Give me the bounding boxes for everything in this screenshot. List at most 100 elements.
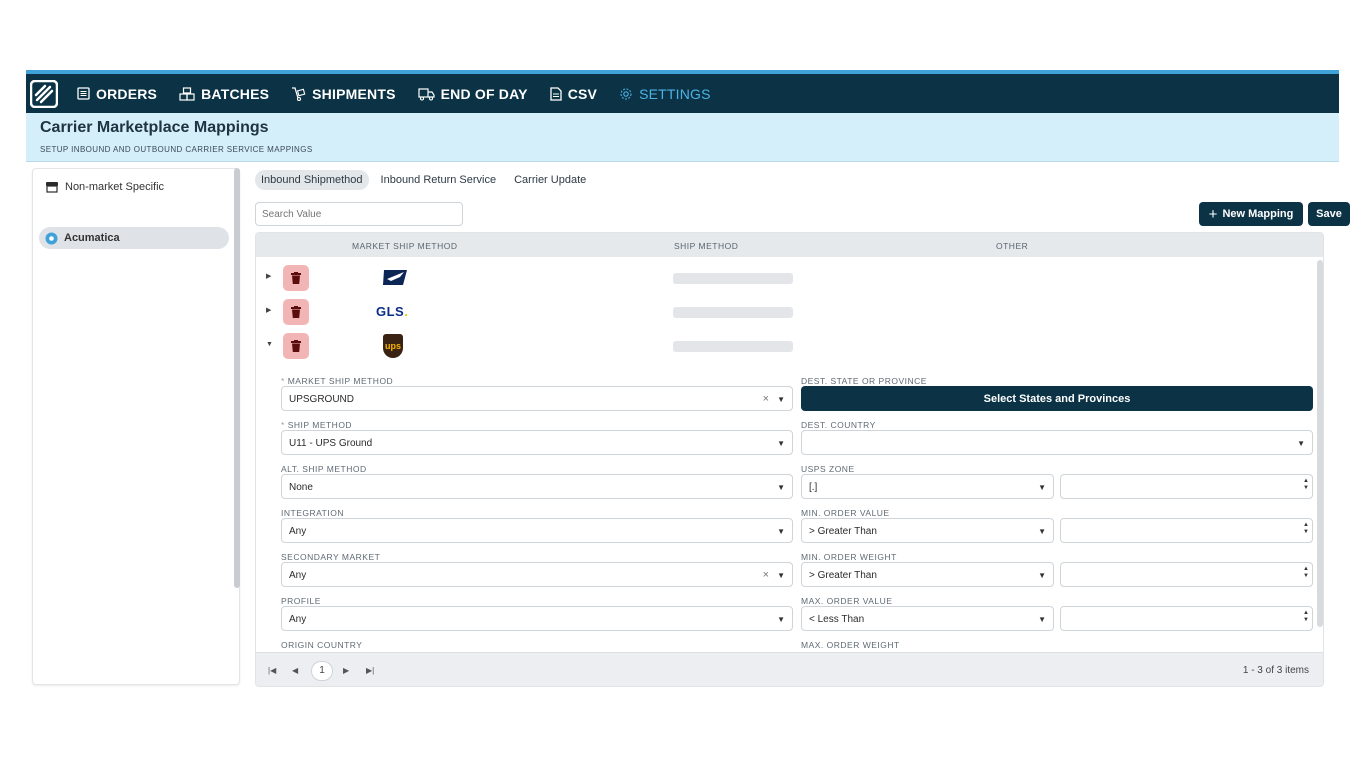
secondary-market-combobox[interactable]: Any × ▼ — [281, 562, 793, 587]
last-page-icon[interactable]: ▶| — [366, 666, 374, 675]
nav-batches-label: BATCHES — [201, 85, 270, 102]
tab-carrier-update[interactable]: Carrier Update — [508, 170, 592, 190]
min-order-weight-operator-select[interactable]: > Greater Than ▼ — [801, 562, 1054, 587]
stepper-icon[interactable]: ▲ ▼ — [1303, 610, 1309, 624]
truck-icon — [418, 87, 435, 101]
nav-batches[interactable]: BATCHES — [179, 86, 269, 102]
clear-icon[interactable]: × — [763, 393, 769, 405]
nav-shipments-label: SHIPMENTS — [312, 85, 396, 102]
alt-ship-method-label: ALT. SHIP METHOD — [281, 464, 367, 474]
gls-logo-text: GLS — [376, 304, 405, 319]
integration-label: INTEGRATION — [281, 508, 344, 518]
usps-logo — [382, 269, 408, 286]
select-states-button[interactable]: Select States and Provinces — [801, 386, 1313, 411]
column-market-ship-method[interactable]: MARKET SHIP METHOD — [352, 241, 458, 251]
market-ship-method-combobox[interactable]: UPSGROUND × ▼ — [281, 386, 793, 411]
ship-method-placeholder — [673, 341, 793, 352]
next-page-icon[interactable]: ▶ — [343, 666, 349, 675]
max-order-weight-label: MAX. ORDER WEIGHT — [801, 640, 900, 650]
ups-logo-text: ups — [384, 341, 401, 351]
usps-eagle-icon — [383, 270, 407, 285]
table-row: ▼ ups — [256, 329, 1316, 363]
market-ship-method-label: * MARKET SHIP METHOD — [281, 376, 393, 386]
chevron-down-icon[interactable]: ▼ — [1038, 527, 1046, 536]
min-order-value-operator-select[interactable]: > Greater Than ▼ — [801, 518, 1054, 543]
search-input[interactable] — [255, 202, 463, 226]
chevron-down-icon[interactable]: ▼ — [1297, 439, 1305, 448]
column-other[interactable]: OTHER — [996, 241, 1028, 251]
nav-shipments[interactable]: SHIPMENTS — [291, 86, 395, 102]
required-mark: * — [281, 376, 285, 386]
alt-ship-method-select[interactable]: None ▼ — [281, 474, 793, 499]
chevron-down-icon[interactable]: ▼ — [777, 527, 785, 536]
sidebar-item-non-market[interactable]: Non-market Specific — [45, 181, 164, 193]
chevron-down-icon[interactable]: ▼ — [1038, 615, 1046, 624]
delete-button[interactable] — [283, 333, 309, 359]
table-row: ▶ — [256, 261, 1316, 295]
table-row: ▶ GLS. — [256, 295, 1316, 329]
tab-inbound-return-service[interactable]: Inbound Return Service — [375, 170, 503, 190]
clear-icon[interactable]: × — [763, 569, 769, 581]
save-button[interactable]: Save — [1308, 202, 1350, 226]
field-value: [.] — [809, 482, 818, 493]
tab-inbound-shipmethod[interactable]: Inbound Shipmethod — [255, 170, 369, 190]
ship-method-label: * SHIP METHOD — [281, 420, 352, 430]
stepper-icon[interactable]: ▲ ▼ — [1303, 566, 1309, 580]
usps-zone-number-input[interactable]: ▲ ▼ — [1060, 474, 1313, 499]
sidebar-item-acumatica[interactable]: Acumatica — [39, 227, 229, 249]
min-order-value-input[interactable]: ▲ ▼ — [1060, 518, 1313, 543]
field-value: Any — [289, 570, 307, 581]
dest-country-label: DEST. COUNTRY — [801, 420, 876, 430]
field-value: None — [289, 482, 313, 493]
max-order-value-label: MAX. ORDER VALUE — [801, 596, 893, 606]
app-logo-icon[interactable] — [29, 79, 59, 109]
stepper-icon[interactable]: ▲ ▼ — [1303, 522, 1309, 536]
expand-icon[interactable]: ▶ — [266, 272, 271, 280]
stepper-icon[interactable]: ▲ ▼ — [1303, 478, 1309, 492]
max-order-value-input[interactable]: ▲ ▼ — [1060, 606, 1313, 631]
nav-csv[interactable]: CSV — [550, 86, 597, 102]
chevron-down-icon[interactable]: ▼ — [1038, 571, 1046, 580]
collapse-icon[interactable]: ▼ — [266, 341, 273, 348]
chevron-down-icon[interactable]: ▼ — [777, 439, 785, 448]
delete-button[interactable] — [283, 265, 309, 291]
chevron-down-icon[interactable]: ▼ — [777, 571, 785, 580]
first-page-icon[interactable]: |◀ — [268, 666, 276, 675]
field-value: Any — [289, 526, 307, 537]
nav-settings[interactable]: SETTINGS — [619, 86, 711, 102]
max-order-value-operator-select[interactable]: < Less Than ▼ — [801, 606, 1054, 631]
prev-page-icon[interactable]: ◀ — [292, 666, 298, 675]
delete-button[interactable] — [283, 299, 309, 325]
ship-method-select[interactable]: U11 - UPS Ground ▼ — [281, 430, 793, 455]
chevron-down-icon[interactable]: ▼ — [777, 395, 785, 404]
nav-end-of-day[interactable]: END OF DAY — [418, 86, 528, 102]
grid-header: MARKET SHIP METHOD SHIP METHOD OTHER — [256, 233, 1323, 257]
gls-logo: GLS. — [376, 304, 408, 319]
profile-select[interactable]: Any ▼ — [281, 606, 793, 631]
origin-country-label: ORIGIN COUNTRY — [281, 640, 363, 650]
field-value: < Less Than — [809, 614, 865, 625]
integration-select[interactable]: Any ▼ — [281, 518, 793, 543]
sidebar-item-label: Non-market Specific — [65, 181, 165, 193]
list-icon — [77, 87, 90, 100]
usps-zone-select[interactable]: [.] ▼ — [801, 474, 1054, 499]
grid-scrollbar[interactable] — [1317, 260, 1323, 627]
min-order-weight-input[interactable]: ▲ ▼ — [1060, 562, 1313, 587]
min-order-weight-label: MIN. ORDER WEIGHT — [801, 552, 897, 562]
page-title: Carrier Marketplace Mappings — [40, 119, 269, 136]
sidebar-scrollbar[interactable] — [234, 168, 240, 588]
new-mapping-button[interactable]: + New Mapping — [1199, 202, 1303, 226]
page-subtitle: SETUP INBOUND AND OUTBOUND CARRIER SERVI… — [40, 145, 313, 154]
chevron-down-icon[interactable]: ▼ — [1038, 483, 1046, 492]
chevron-down-icon[interactable]: ▼ — [777, 483, 785, 492]
dest-country-select[interactable]: ▼ — [801, 430, 1313, 455]
secondary-market-label: SECONDARY MARKET — [281, 552, 381, 562]
label-text: SHIP METHOD — [287, 420, 353, 430]
sidebar-item-label: Acumatica — [64, 232, 120, 244]
nav-orders[interactable]: ORDERS — [77, 86, 157, 102]
expand-icon[interactable]: ▶ — [266, 306, 271, 314]
page-number-button[interactable]: 1 — [311, 661, 333, 681]
boxes-icon — [179, 86, 195, 101]
column-ship-method[interactable]: SHIP METHOD — [674, 241, 738, 251]
chevron-down-icon[interactable]: ▼ — [777, 615, 785, 624]
